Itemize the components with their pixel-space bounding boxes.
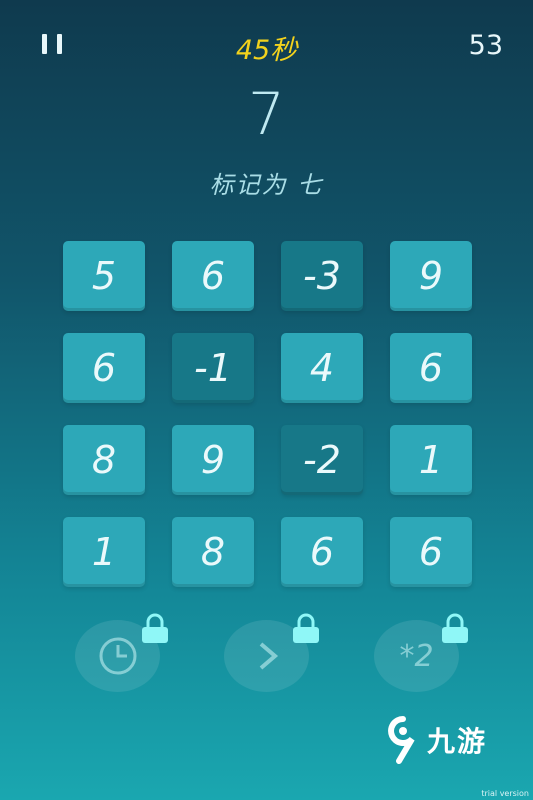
trial-version-label: trial version	[481, 789, 529, 798]
grid-tile-r2c4[interactable]: 6	[390, 333, 472, 403]
timer-label: 45秒	[235, 35, 298, 66]
grid-tile-r3c4[interactable]: 1	[390, 425, 472, 495]
chevron-right-icon	[259, 642, 278, 670]
grid-tile-r4c2[interactable]: 8	[172, 517, 254, 587]
grid-tile-r3c2[interactable]: 9	[172, 425, 254, 495]
grid-tile-r2c1[interactable]: 6	[63, 333, 145, 403]
clock-icon	[99, 637, 136, 675]
grid-tile-r1c2[interactable]: 6	[172, 241, 254, 311]
grid-tile-r4c1[interactable]: 1	[63, 517, 145, 587]
lock-icon	[142, 613, 168, 643]
instruction-text: 标记为 七	[209, 171, 324, 199]
lock-icon	[442, 613, 468, 643]
grid-tile-r2c3[interactable]: 4	[281, 333, 363, 403]
grid-tile-r3c1[interactable]: 8	[63, 425, 145, 495]
watermark-brand: 九游	[427, 725, 488, 758]
grid-tile-r2c2[interactable]: -1	[172, 333, 254, 403]
lock-icon	[293, 613, 319, 643]
grid-tile-r1c3[interactable]: -3	[281, 241, 363, 311]
powerup-bar: *2	[0, 613, 533, 695]
grid-tile-r4c4[interactable]: 6	[390, 517, 472, 587]
grid-tile-r1c4[interactable]: 9	[390, 241, 472, 311]
target-number: 7	[248, 80, 285, 148]
number-grid: 5 6 -3 9 6 -1 4 6 8 9 -2 1 1 8 6 6	[63, 241, 472, 587]
nine-game-logo-icon	[388, 716, 415, 764]
grid-tile-r3c3[interactable]: -2	[281, 425, 363, 495]
grid-tile-r4c3[interactable]: 6	[281, 517, 363, 587]
score-label: 53	[468, 30, 503, 61]
double-icon: *2	[399, 638, 434, 674]
grid-tile-r1c1[interactable]: 5	[63, 241, 145, 311]
watermark-logo: 九游	[385, 715, 487, 765]
